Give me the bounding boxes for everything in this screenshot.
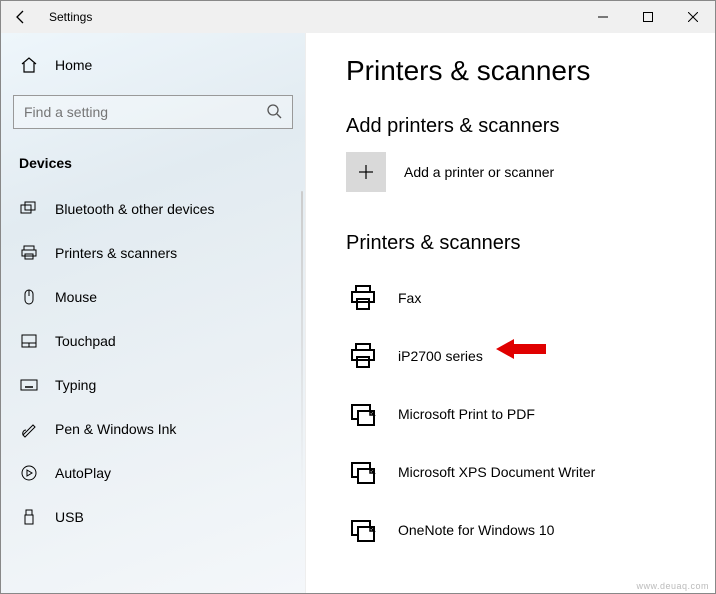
page-title: Printers & scanners xyxy=(346,55,715,87)
close-button[interactable] xyxy=(670,1,715,33)
sidebar: Home Devices Bluetooth & other devices xyxy=(1,33,306,593)
keyboard-icon xyxy=(19,375,39,395)
window-title: Settings xyxy=(41,10,92,24)
device-item-xps[interactable]: Microsoft XPS Document Writer xyxy=(346,443,715,501)
bluetooth-devices-icon xyxy=(19,199,39,219)
mouse-icon xyxy=(19,287,39,307)
printer-icon xyxy=(19,243,39,263)
sidebar-item-usb[interactable]: USB xyxy=(13,495,293,539)
add-section-heading: Add printers & scanners xyxy=(346,115,715,138)
minimize-icon xyxy=(598,12,608,22)
printer-icon xyxy=(346,339,380,373)
arrow-left-icon xyxy=(13,9,29,25)
window-controls xyxy=(580,1,715,33)
sidebar-item-label: Mouse xyxy=(55,289,97,305)
search-icon xyxy=(266,103,282,122)
back-button[interactable] xyxy=(1,1,41,33)
sidebar-item-label: Bluetooth & other devices xyxy=(55,201,215,217)
device-label: Fax xyxy=(398,290,421,306)
search-box[interactable] xyxy=(13,95,293,129)
sidebar-item-touchpad[interactable]: Touchpad xyxy=(13,319,293,363)
add-printer-label: Add a printer or scanner xyxy=(404,164,554,180)
device-label: iP2700 series xyxy=(398,348,483,364)
sidebar-item-label: Touchpad xyxy=(55,333,116,349)
close-icon xyxy=(688,12,698,22)
plus-icon xyxy=(357,163,375,181)
sidebar-item-label: Pen & Windows Ink xyxy=(55,421,176,437)
sidebar-item-mouse[interactable]: Mouse xyxy=(13,275,293,319)
usb-icon xyxy=(19,507,39,527)
device-item-onenote[interactable]: OneNote for Windows 10 xyxy=(346,501,715,559)
device-item-print-pdf[interactable]: Microsoft Print to PDF xyxy=(346,385,715,443)
device-item-fax[interactable]: Fax xyxy=(346,269,715,327)
pen-icon xyxy=(19,419,39,439)
device-label: Microsoft XPS Document Writer xyxy=(398,464,595,480)
device-label: OneNote for Windows 10 xyxy=(398,522,554,538)
content: Home Devices Bluetooth & other devices xyxy=(1,33,715,593)
autoplay-icon xyxy=(19,463,39,483)
device-list: Fax iP2700 series Microsoft Print to PDF… xyxy=(346,269,715,559)
list-section-heading: Printers & scanners xyxy=(346,232,715,255)
touchpad-icon xyxy=(19,331,39,351)
scrollbar[interactable] xyxy=(301,191,303,491)
minimize-button[interactable] xyxy=(580,1,625,33)
home-icon xyxy=(19,55,39,75)
maximize-button[interactable] xyxy=(625,1,670,33)
print-to-file-icon xyxy=(346,455,380,489)
sidebar-item-label: Typing xyxy=(55,377,96,393)
device-label: Microsoft Print to PDF xyxy=(398,406,535,422)
sidebar-item-printers[interactable]: Printers & scanners xyxy=(13,231,293,275)
sidebar-section-label: Devices xyxy=(13,149,293,187)
nav-home-label: Home xyxy=(55,57,92,73)
main-panel: Printers & scanners Add printers & scann… xyxy=(306,33,715,593)
add-tile xyxy=(346,152,386,192)
titlebar: Settings xyxy=(1,1,715,33)
sidebar-item-label: USB xyxy=(55,509,84,525)
sidebar-item-autoplay[interactable]: AutoPlay xyxy=(13,451,293,495)
search-input[interactable] xyxy=(24,104,266,120)
sidebar-item-label: Printers & scanners xyxy=(55,245,177,261)
nav-home[interactable]: Home xyxy=(13,45,293,85)
sidebar-item-bluetooth[interactable]: Bluetooth & other devices xyxy=(13,187,293,231)
watermark: www.deuaq.com xyxy=(636,581,709,591)
maximize-icon xyxy=(643,12,653,22)
print-to-file-icon xyxy=(346,397,380,431)
add-printer-row[interactable]: Add a printer or scanner xyxy=(346,152,715,192)
device-item-ip2700[interactable]: iP2700 series xyxy=(346,327,715,385)
printer-icon xyxy=(346,281,380,315)
sidebar-item-pen[interactable]: Pen & Windows Ink xyxy=(13,407,293,451)
print-to-file-icon xyxy=(346,513,380,547)
sidebar-item-label: AutoPlay xyxy=(55,465,111,481)
sidebar-item-typing[interactable]: Typing xyxy=(13,363,293,407)
